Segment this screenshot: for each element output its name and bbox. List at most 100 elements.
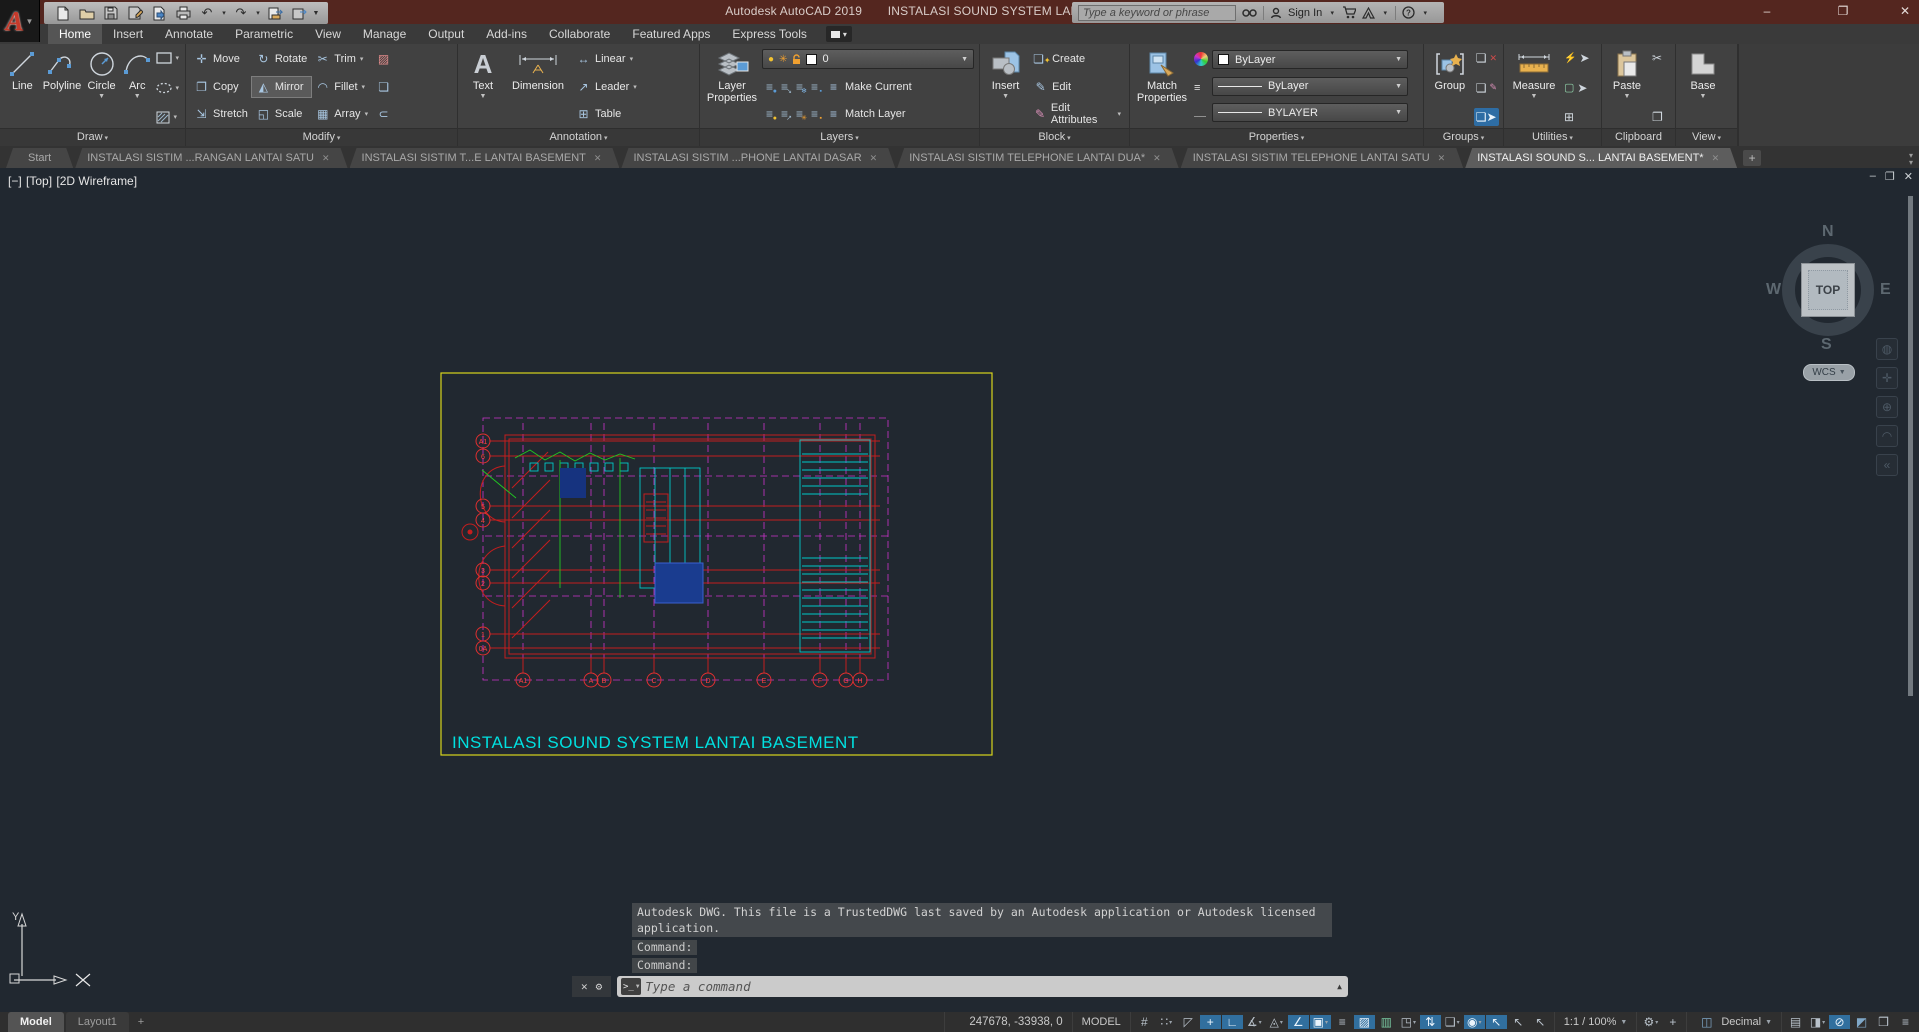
units-button[interactable]: ◫ Decimal ▼: [1686, 1012, 1781, 1032]
isometric-drafting-toggle[interactable]: ◬: [1266, 1015, 1287, 1029]
command-input-bar[interactable]: >_▼ ▲: [617, 976, 1348, 997]
quick-properties-toggle[interactable]: ▤: [1785, 1015, 1806, 1029]
quick-calculator-button[interactable]: ⊞: [1562, 108, 1592, 126]
layer-dropdown[interactable]: ● ✳ 0 ▼: [762, 49, 974, 69]
measure-button[interactable]: Measure ▼: [1508, 47, 1560, 128]
paste-button[interactable]: Paste ▼: [1606, 47, 1648, 128]
stretch-button[interactable]: ⇲ Stretch: [190, 104, 252, 124]
group-edit-button[interactable]: ❏ ✎: [1474, 79, 1499, 97]
panel-title-utilities[interactable]: Utilities: [1504, 128, 1601, 146]
file-tab-active[interactable]: INSTALASI SOUND S... LANTAI BASEMENT* ✕: [1465, 148, 1737, 168]
minimize-button[interactable]: –: [1752, 0, 1782, 22]
layer-on-bulb-icon[interactable]: ●: [768, 54, 774, 65]
close-tab-icon[interactable]: ✕: [1153, 153, 1161, 163]
insert-button[interactable]: Insert ▼: [984, 47, 1027, 128]
transparency-toggle[interactable]: ▨: [1353, 1015, 1375, 1029]
panel-title-properties[interactable]: Properties: [1130, 128, 1423, 146]
panel-title-modify[interactable]: Modify: [186, 128, 457, 146]
app-store-cart-icon[interactable]: [1342, 6, 1357, 19]
tab-annotate[interactable]: Annotate: [154, 24, 224, 44]
help-icon[interactable]: ?: [1402, 6, 1415, 19]
command-input[interactable]: [645, 979, 1334, 994]
new-drawing-tab-button[interactable]: +: [1743, 150, 1762, 166]
panel-title-block[interactable]: Block: [980, 128, 1129, 146]
table-button[interactable]: ⊞ Table: [572, 104, 695, 124]
linetype-dropdown[interactable]: BYLAYER ▼: [1212, 103, 1408, 122]
search-input[interactable]: [1078, 4, 1236, 21]
dimension-button[interactable]: Dimension: [506, 47, 570, 128]
layer-properties-button[interactable]: Layer Properties: [704, 47, 760, 128]
copy-clip-button[interactable]: ❐: [1650, 108, 1665, 126]
erase-button[interactable]: ▨: [372, 49, 395, 69]
trim-button[interactable]: ✂ Trim ▾: [311, 49, 372, 69]
dynamic-ucs-toggle[interactable]: ⇅: [1419, 1015, 1441, 1029]
measure-caret-icon[interactable]: ▼: [1531, 93, 1538, 100]
recent-commands-button[interactable]: >_ ▼: [621, 978, 642, 995]
layer-off-icon[interactable]: ≡ ●: [762, 80, 777, 95]
fillet-button[interactable]: ◠ Fillet ▾: [311, 77, 372, 97]
close-tab-icon[interactable]: ✕: [870, 153, 878, 163]
base-caret-icon[interactable]: ▼: [1700, 93, 1707, 100]
lineweight-dropdown[interactable]: ByLayer ▼: [1212, 76, 1408, 96]
match-layer-button[interactable]: ≡ Match Layer: [822, 104, 910, 124]
layer-isolate-icon[interactable]: ≡ ↘: [777, 80, 792, 95]
annotation-scale-sync-toggle[interactable]: ↖: [1485, 1015, 1507, 1029]
close-tab-icon[interactable]: ✕: [1438, 153, 1446, 163]
exchange-caret-icon[interactable]: ▾: [1381, 9, 1389, 17]
polar-tracking-toggle[interactable]: ∡: [1244, 1015, 1265, 1029]
tab-home[interactable]: Home: [48, 24, 103, 44]
model-space-toggle[interactable]: MODEL: [1071, 1012, 1130, 1032]
isolate-objects-button[interactable]: ⊘: [1829, 1015, 1850, 1029]
tab-express-tools[interactable]: Express Tools: [721, 24, 817, 44]
dynamic-input-toggle[interactable]: +: [1199, 1015, 1221, 1029]
ellipse-button[interactable]: ▾: [154, 79, 181, 97]
panel-title-annotation[interactable]: Annotation: [458, 128, 699, 146]
new-layout-button[interactable]: +: [131, 1012, 151, 1032]
close-tab-icon[interactable]: ✕: [1712, 153, 1720, 163]
tab-overflow-icon[interactable]: ▾ ▾: [1909, 152, 1913, 167]
rectangle-button[interactable]: ▾: [154, 49, 181, 67]
file-tab[interactable]: INSTALASI SISTIM T...E LANTAI BASEMENT ✕: [350, 148, 620, 168]
explode-button[interactable]: ❏: [372, 77, 395, 97]
edit-attributes-button[interactable]: ✎ Edit Attributes ▾: [1029, 102, 1125, 126]
file-tab[interactable]: INSTALASI SISTIM TELEPHONE LANTAI SATU ✕: [1181, 148, 1464, 168]
file-tab[interactable]: INSTALASI SISTIM TELEPHONE LANTAI DUA* ✕: [897, 148, 1179, 168]
ungroup-button[interactable]: ❏ ✕: [1474, 49, 1499, 67]
annotation-visibility-toggle[interactable]: ❑: [1442, 1015, 1463, 1029]
arc-button[interactable]: Arc ▼: [122, 47, 153, 128]
3d-object-snap-toggle[interactable]: ◳: [1398, 1015, 1419, 1029]
file-tab[interactable]: INSTALASI SISTIM ...PHONE LANTAI DASAR ✕: [621, 148, 895, 168]
panel-title-groups[interactable]: Groups: [1424, 128, 1503, 146]
move-button[interactable]: ✛ Move: [190, 49, 252, 69]
close-tab-icon[interactable]: ✕: [594, 153, 602, 163]
file-tab-start[interactable]: Start: [6, 148, 73, 168]
layer-thaw-sun-icon[interactable]: ✳: [779, 54, 787, 65]
snap-mode-toggle[interactable]: ∷: [1156, 1015, 1177, 1029]
customization-button[interactable]: ≡: [1895, 1015, 1916, 1029]
make-current-button[interactable]: ≡ Make Current: [822, 77, 916, 97]
command-expand-icon[interactable]: ▲: [1337, 982, 1344, 991]
leader-button[interactable]: ↗ Leader ▾: [572, 77, 695, 97]
ortho-mode-toggle[interactable]: ∟: [1221, 1015, 1243, 1029]
paste-caret-icon[interactable]: ▼: [1624, 93, 1631, 100]
tab-add-ins[interactable]: Add-ins: [475, 24, 538, 44]
panel-title-view[interactable]: View: [1676, 128, 1737, 146]
match-properties-button[interactable]: Match Properties: [1134, 47, 1190, 128]
layout1-tab[interactable]: Layout1: [65, 1012, 129, 1032]
array-button[interactable]: ▦ Array ▾: [311, 104, 372, 124]
lineweight-list-icon[interactable]: ≡: [1192, 79, 1210, 97]
lineweight-toggle[interactable]: ≡: [1332, 1015, 1353, 1029]
color-wheel-icon[interactable]: [1192, 50, 1210, 68]
add-annotation-scales-button[interactable]: ↖: [1508, 1015, 1529, 1029]
panel-title-layers[interactable]: Layers: [700, 128, 979, 146]
layer-thaw-all-icon[interactable]: ≡ ✳: [792, 107, 807, 122]
layer-lock-icon[interactable]: ≡ ▪: [807, 80, 822, 95]
tab-collaborate[interactable]: Collaborate: [538, 24, 621, 44]
rotate-button[interactable]: ↻ Rotate: [252, 49, 311, 69]
clean-screen-toggle[interactable]: ❒: [1873, 1015, 1894, 1029]
hatch-button[interactable]: ▾: [154, 108, 181, 126]
layer-unlock2-icon[interactable]: ≡ ▪: [807, 107, 822, 122]
edit-block-button[interactable]: ✎ Edit: [1029, 77, 1125, 97]
graphics-performance-toggle[interactable]: ◩: [1851, 1015, 1872, 1029]
line-button[interactable]: Line: [4, 47, 41, 128]
